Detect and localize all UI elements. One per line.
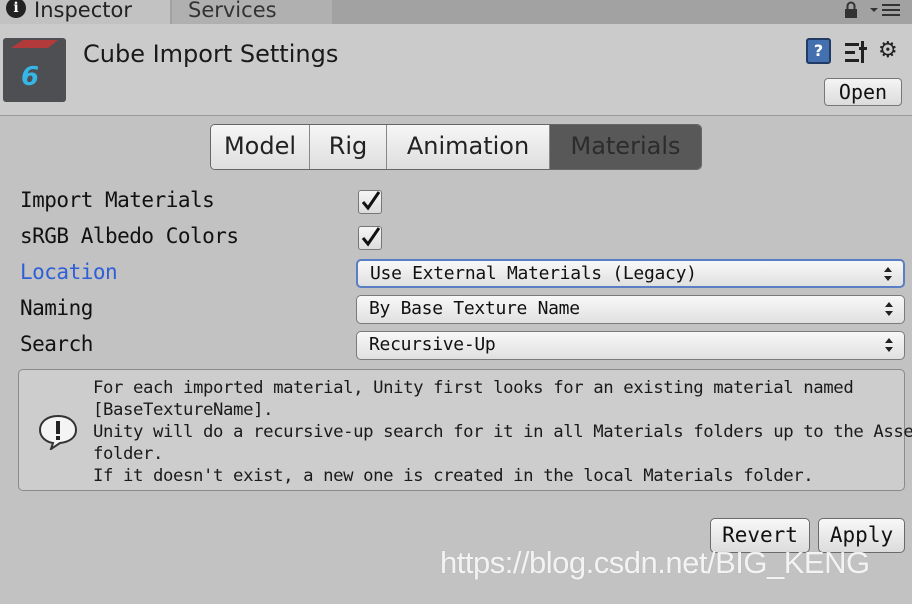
gear-icon[interactable]: ⚙ <box>878 38 908 66</box>
tab-inspector[interactable]: i Inspector <box>0 0 170 24</box>
naming-row: Naming By Base Texture Name <box>0 294 912 330</box>
inspector-header: 6 Cube Import Settings ? ⚙ Open <box>0 24 912 116</box>
page-title: Cube Import Settings <box>83 40 339 68</box>
search-dropdown[interactable]: Recursive-Up <box>356 331 905 360</box>
import-materials-row: Import Materials <box>0 186 912 222</box>
inspector-tab-bar: i Inspector Services <box>0 0 912 24</box>
open-button[interactable]: Open <box>824 78 902 106</box>
tab-services-label: Services <box>188 0 277 22</box>
naming-label: Naming <box>20 296 93 320</box>
import-materials-label: Import Materials <box>20 188 215 212</box>
model-asset-icon: 6 <box>3 38 66 102</box>
help-text-line: If it doesn't exist, a new one is create… <box>93 466 814 486</box>
location-value: Use External Materials (Legacy) <box>370 263 697 284</box>
location-dropdown[interactable]: Use External Materials (Legacy) <box>356 259 905 288</box>
presets-icon[interactable] <box>843 39 869 65</box>
search-row: Search Recursive-Up <box>0 330 912 366</box>
dropdown-arrows-icon <box>885 302 893 316</box>
help-text-line: [BaseTextureName]. <box>93 400 274 420</box>
help-text-line: For each imported material, Unity first … <box>93 378 854 398</box>
asset-icon-glyph: 6 <box>21 62 40 92</box>
dropdown-arrows-icon <box>884 267 892 281</box>
srgb-albedo-label: sRGB Albedo Colors <box>20 224 239 248</box>
watermark-text: https://blog.csdn.net/BIG_KENG <box>440 545 870 580</box>
import-mode-tabs: Model Rig Animation Materials <box>210 124 702 170</box>
import-materials-checkbox[interactable] <box>358 190 382 214</box>
dropdown-arrows-icon <box>885 338 893 352</box>
tab-inspector-label: Inspector <box>34 0 132 22</box>
tab-services[interactable]: Services <box>172 0 332 24</box>
tab-animation[interactable]: Animation <box>387 125 550 169</box>
srgb-albedo-row: sRGB Albedo Colors <box>0 222 912 258</box>
info-icon: i <box>6 0 26 18</box>
tab-rig[interactable]: Rig <box>310 125 387 169</box>
help-icon[interactable]: ? <box>806 38 831 64</box>
location-label: Location <box>20 260 118 284</box>
checkmark-icon <box>361 227 381 247</box>
info-help-box: For each imported material, Unity first … <box>18 369 912 491</box>
exclamation-speech-icon <box>38 414 78 450</box>
tab-materials[interactable]: Materials <box>550 125 701 169</box>
tab-menu-icon[interactable] <box>868 2 902 18</box>
location-row: Location Use External Materials (Legacy) <box>0 258 912 294</box>
naming-dropdown[interactable]: By Base Texture Name <box>356 295 905 324</box>
srgb-albedo-checkbox[interactable] <box>358 226 382 250</box>
tab-model[interactable]: Model <box>211 125 310 169</box>
help-text-line: Unity will do a recursive-up search for … <box>93 422 912 442</box>
help-text: For each imported material, Unity first … <box>93 377 912 487</box>
naming-value: By Base Texture Name <box>369 298 580 319</box>
help-text-line: folder. <box>93 444 164 464</box>
lock-icon[interactable] <box>843 1 859 19</box>
search-value: Recursive-Up <box>369 334 496 355</box>
search-label: Search <box>20 332 93 356</box>
checkmark-icon <box>361 191 381 211</box>
